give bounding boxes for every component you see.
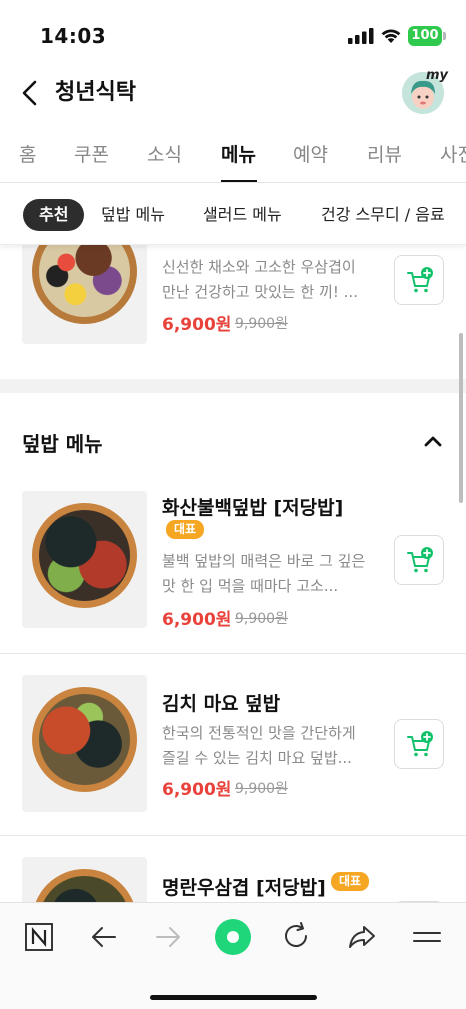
forward-arrow-icon[interactable] (150, 919, 186, 955)
add-to-cart-button[interactable] (394, 255, 444, 305)
item-divider (0, 835, 466, 836)
menu-item-name: 명란우삼겹 [저당밥] (162, 877, 326, 899)
menu-item-price: 6,900원 (162, 780, 232, 800)
menu-item-original-price: 9,900원 (235, 611, 288, 627)
menu-item-original-price: 9,900원 (235, 316, 288, 332)
back-arrow-icon[interactable] (86, 919, 122, 955)
menu-list: 신선한 채소와 고소한 우삼겹이 만난 건강하고 맛있는 한 끼! ... 6,… (0, 245, 466, 902)
tab-coupon[interactable]: 쿠폰 (74, 140, 109, 167)
menu-item-partial[interactable]: 신선한 채소와 고소한 우삼겹이 만난 건강하고 맛있는 한 끼! ... 6,… (0, 245, 466, 365)
my-profile-avatar[interactable]: my (402, 68, 448, 114)
chip-recommended[interactable]: 추천 (23, 199, 85, 231)
representative-badge: 대표 (331, 872, 370, 891)
tab-reservation[interactable]: 예약 (293, 140, 328, 167)
tab-news[interactable]: 소식 (147, 140, 182, 167)
menu-item-description: 한국의 전통적인 맛을 간단하게 즐길 수 있는 김치 마요 덮밥... (162, 724, 356, 767)
section-separator (0, 379, 466, 393)
menu-item-price: 6,900원 (162, 315, 232, 335)
menu-item-name: 화산불백덮밥 [저당밥] (162, 497, 344, 519)
browser-bottom-bar (0, 902, 466, 1009)
chip-rice-bowl[interactable]: 덮밥 메뉴 (101, 199, 165, 231)
menu-item-price: 6,900원 (162, 610, 232, 630)
naver-n-icon[interactable] (21, 919, 57, 955)
menu-category-chips: 추천 덮밥 메뉴 샐러드 메뉴 건강 스무디 / 음료 (0, 183, 466, 245)
cart-plus-icon (407, 267, 433, 293)
add-to-cart-button[interactable] (394, 535, 444, 585)
status-time: 14:03 (40, 24, 107, 48)
menu-item[interactable]: 김치 마요 덮밥 한국의 전통적인 맛을 간단하게 즐길 수 있는 김치 마요 … (0, 675, 466, 815)
wifi-icon (381, 29, 401, 43)
item-divider (0, 653, 466, 654)
app-header: 청년식탁 my (0, 68, 466, 122)
share-icon[interactable] (344, 919, 380, 955)
menu-item-original-price: 9,900원 (235, 781, 288, 797)
menu-item-image (22, 857, 147, 902)
tab-menu[interactable]: 메뉴 (221, 140, 256, 167)
representative-badge: 대표 (166, 520, 205, 539)
scrollbar[interactable] (459, 333, 463, 503)
menu-item-image (22, 491, 147, 628)
cart-plus-icon (407, 547, 433, 573)
menu-item[interactable]: 명란우삼겹 [저당밥] 대표 (0, 857, 466, 902)
menu-item[interactable]: 화산불백덮밥 [저당밥] 대표 불백 덮밥의 매력은 바로 그 깊은 맛 한 입… (0, 491, 466, 651)
battery-indicator: 100 (408, 26, 446, 46)
cart-plus-icon (407, 731, 433, 757)
chip-smoothie[interactable]: 건강 스무디 / 음료 (321, 199, 445, 231)
menu-item-description: 신선한 채소와 고소한 우삼겹이 만난 건강하고 맛있는 한 끼! ... (162, 258, 358, 301)
chevron-up-icon[interactable] (422, 433, 444, 449)
status-bar: 14:03 100 (0, 0, 466, 72)
menu-item-image (22, 675, 147, 812)
cellular-signal-icon (348, 28, 374, 44)
page-title: 청년식탁 (55, 80, 136, 105)
tab-photo[interactable]: 사진 (440, 140, 466, 167)
chip-salad[interactable]: 샐러드 메뉴 (203, 199, 282, 231)
menu-item-description: 불백 덮밥의 매력은 바로 그 깊은 맛 한 입 먹을 때마다 고소... (162, 552, 366, 595)
refresh-icon[interactable] (279, 919, 315, 955)
add-to-cart-button[interactable] (394, 719, 444, 769)
green-dot-home-icon[interactable] (213, 917, 253, 957)
tab-review[interactable]: 리뷰 (367, 140, 402, 167)
home-indicator[interactable] (150, 995, 317, 1000)
menu-item-image (22, 245, 147, 344)
my-badge: my (425, 68, 448, 83)
menu-icon[interactable] (409, 919, 445, 955)
top-tab-bar: 홈 쿠폰 소식 메뉴 예약 리뷰 사진 (0, 128, 466, 183)
tab-home[interactable]: 홈 (19, 140, 36, 167)
menu-item-name: 김치 마요 덮밥 (162, 693, 281, 715)
back-chevron-icon[interactable] (16, 78, 46, 108)
section-title: 덮밥 메뉴 (22, 432, 103, 456)
